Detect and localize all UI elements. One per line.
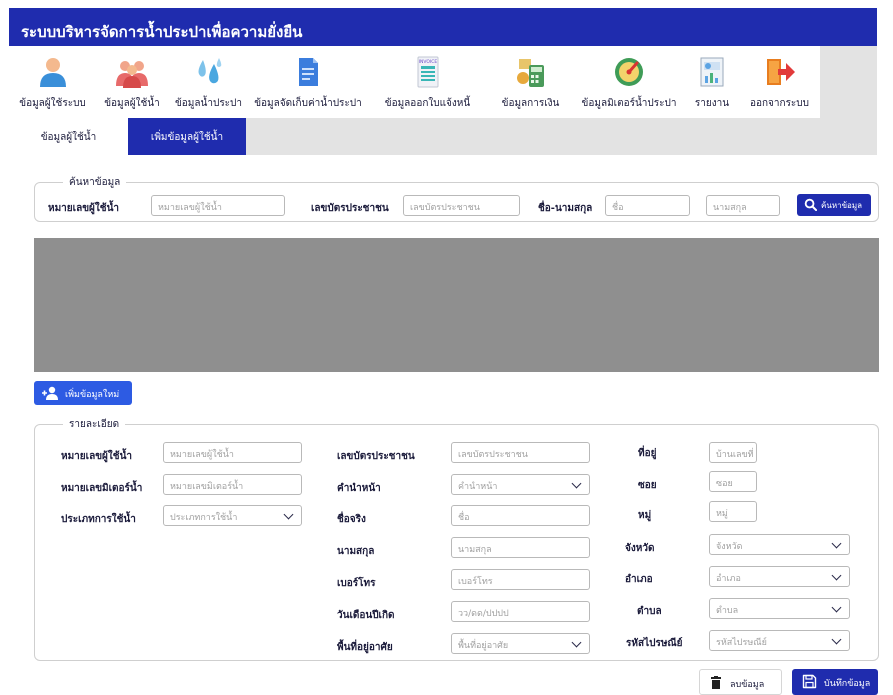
menu-label: ข้อมูลผู้ใช้ระบบ: [19, 98, 86, 109]
menu-item-water-users[interactable]: ข้อมูลผู้ใช้น้ำ: [96, 46, 168, 118]
id-card-label: เลขบัตรประชาชน: [337, 451, 415, 462]
birth-date-input[interactable]: วว/ดด/ปปปป: [451, 601, 590, 622]
results-area: [34, 238, 879, 372]
province-label: จังหวัด: [625, 543, 655, 554]
delete-button[interactable]: ลบข้อมูล: [699, 669, 782, 695]
district-label: อำเภอ: [625, 574, 653, 585]
document-icon: [299, 58, 318, 86]
menu-item-invoice[interactable]: INVOICE ข้อมูลออกใบแจ้งหนี้: [367, 46, 488, 118]
soi-label: ซอย: [638, 480, 657, 491]
search-button[interactable]: ค้นหาข้อมูล: [797, 194, 871, 216]
menu-label: ข้อมูลการเงิน: [501, 98, 560, 109]
water-user-no-input[interactable]: หมายเลขผู้ใช้น้ำ: [163, 442, 302, 463]
address-label: ที่อยู่: [638, 448, 657, 459]
menu-label: ออกจากระบบ: [749, 98, 810, 109]
trash-icon: [711, 676, 721, 689]
delete-button-label: ลบข้อมูล: [730, 680, 765, 690]
usage-type-select[interactable]: ประเภทการใช้น้ำ: [163, 505, 302, 526]
search-icon: [804, 198, 817, 211]
menu-item-system-users[interactable]: ข้อมูลผู้ใช้ระบบ: [9, 46, 96, 118]
menu-item-finance[interactable]: ข้อมูลการเงิน: [488, 46, 573, 118]
search-id-card-input[interactable]: เลขบัตรประชาชน: [403, 195, 520, 216]
moo-label: หมู่: [638, 510, 652, 521]
search-legend: ค้นหาข้อมูล: [69, 177, 121, 188]
subdistrict-select[interactable]: ตำบล: [709, 598, 850, 619]
add-new-button-label: เพิ่มข้อมูลใหม่: [65, 390, 120, 400]
menu-label: ข้อมูลออกใบแจ้งหนี้: [384, 98, 471, 109]
app-title: ระบบบริหารจัดการน้ำประปาเพื่อความยั่งยืน: [9, 8, 877, 46]
add-user-icon: [42, 386, 58, 400]
phone-input[interactable]: เบอร์โทร: [451, 569, 590, 590]
user-icon: [39, 58, 66, 87]
district-select[interactable]: อำเภอ: [709, 566, 850, 587]
app-root: ระบบบริหารจัดการน้ำประปาเพื่อความยั่งยืน…: [0, 0, 893, 695]
menu-label: ข้อมูลจัดเก็บค่าน้ำประปา: [254, 98, 362, 109]
search-button-label: ค้นหาข้อมูล: [821, 201, 863, 210]
birth-date-label: วันเดือนปีเกิด: [337, 610, 395, 621]
menu-label: ข้อมูลน้ำประปา: [174, 98, 243, 109]
search-last-name-input[interactable]: นามสกุล: [706, 195, 780, 216]
menu-item-logout[interactable]: ออกจากระบบ: [739, 46, 820, 118]
search-first-name-input[interactable]: ชื่อ: [605, 195, 690, 216]
menu-label: ข้อมูลผู้ใช้น้ำ: [104, 98, 160, 109]
finance-calculator-icon: [516, 59, 544, 87]
save-button-label: บันทึกข้อมูล: [824, 679, 871, 689]
users-icon: [116, 61, 148, 88]
search-water-user-no-input[interactable]: หมายเลขผู้ใช้น้ำ: [151, 195, 285, 216]
add-new-button[interactable]: เพิ่มข้อมูลใหม่: [34, 381, 132, 405]
soi-input[interactable]: ซอย: [709, 471, 757, 492]
prefix-label: คำนำหน้า: [337, 483, 381, 494]
detail-legend: รายละเอียด: [69, 419, 120, 430]
subdistrict-label: ตำบล: [637, 606, 662, 617]
province-select[interactable]: จังหวัด: [709, 534, 850, 555]
phone-label: เบอร์โทร: [337, 578, 376, 589]
moo-input[interactable]: หมู่: [709, 501, 757, 522]
tab-add-water-user[interactable]: เพิ่มข้อมูลผู้ใช้น้ำ: [128, 118, 246, 155]
search-id-card-label: เลขบัตรประชาชน: [311, 203, 389, 214]
menu-item-reports[interactable]: รายงาน: [685, 46, 739, 118]
menu-filler: [820, 46, 877, 118]
gauge-icon: [615, 58, 643, 86]
tab-bar: ข้อมูลผู้ใช้น้ำ เพิ่มข้อมูลผู้ใช้น้ำ: [9, 118, 877, 155]
water-user-no-label: หมายเลขผู้ใช้น้ำ: [61, 451, 133, 462]
logout-icon: [766, 59, 795, 85]
postal-code-select[interactable]: รหัสไปรษณีย์: [709, 630, 850, 651]
meter-no-label: หมายเลขมิเตอร์น้ำ: [61, 483, 143, 494]
save-button[interactable]: บันทึกข้อมูล: [792, 669, 878, 695]
invoice-icon: INVOICE: [417, 56, 438, 88]
main-menu: ข้อมูลผู้ใช้ระบบ ข้อมูลผู้ใช้น้ำ ข้อมูลน…: [9, 46, 820, 118]
last-name-input[interactable]: นามสกุล: [451, 537, 590, 558]
last-name-label: นามสกุล: [337, 546, 375, 557]
search-name-label: ชื่อ-นามสกุล: [538, 203, 593, 214]
meter-no-input[interactable]: หมายเลขมิเตอร์น้ำ: [163, 474, 302, 495]
residence-area-select[interactable]: พื้นที่อยู่อาศัย: [451, 633, 590, 654]
postal-code-label: รหัสไปรษณีย์: [626, 638, 683, 649]
search-water-user-no-label: หมายเลขผู้ใช้น้ำ: [48, 203, 120, 214]
invoice-icon-text: INVOICE: [418, 59, 437, 65]
menu-item-water-fee[interactable]: ข้อมูลจัดเก็บค่าน้ำประปา: [249, 46, 367, 118]
address-input[interactable]: บ้านเลขที่: [709, 442, 757, 463]
id-card-input[interactable]: เลขบัตรประชาชน: [451, 442, 590, 463]
menu-item-water-supply[interactable]: ข้อมูลน้ำประปา: [168, 46, 249, 118]
menu-label: รายงาน: [694, 98, 730, 109]
prefix-select[interactable]: คำนำหน้า: [451, 474, 590, 495]
residence-area-label: พื้นที่อยู่อาศัย: [337, 642, 393, 653]
water-drops-icon: [198, 58, 221, 84]
first-name-label: ชื่อจริง: [337, 514, 366, 525]
menu-item-meter[interactable]: ข้อมูลมิเตอร์น้ำประปา: [573, 46, 685, 118]
first-name-input[interactable]: ชื่อ: [451, 505, 590, 526]
menu-label: ข้อมูลมิเตอร์น้ำประปา: [581, 98, 677, 109]
report-icon: [700, 57, 724, 87]
tab-water-users[interactable]: ข้อมูลผู้ใช้น้ำ: [9, 118, 128, 155]
usage-type-label: ประเภทการใช้น้ำ: [61, 514, 136, 525]
floppy-disk-icon: [802, 674, 817, 689]
